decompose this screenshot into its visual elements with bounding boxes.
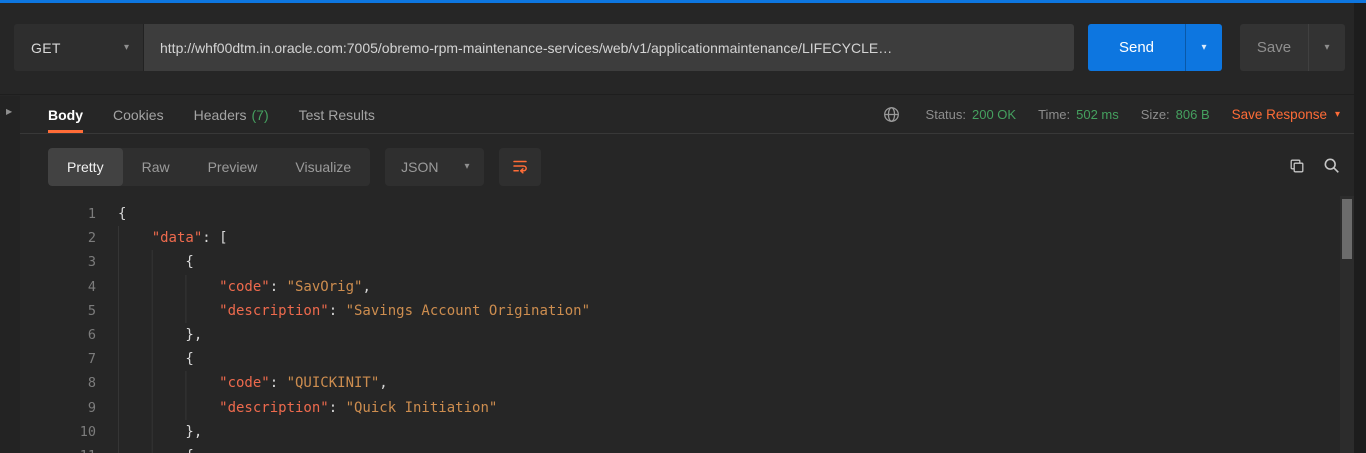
sidebar-collapse-rail[interactable]: ▶ <box>0 96 20 453</box>
save-options-button[interactable]: ▾ <box>1308 24 1345 71</box>
code-lines: {"data": [{"code": "SavOrig", "descriptio… <box>118 196 1340 453</box>
postman-window: GET ▾ http://whf00dtm.in.oracle.com:7005… <box>0 0 1366 453</box>
save-split-button: Save ▾ <box>1240 24 1345 71</box>
url-group: GET ▾ http://whf00dtm.in.oracle.com:7005… <box>14 24 1074 71</box>
code-line: { <box>118 206 127 222</box>
globe-icon[interactable] <box>883 106 900 123</box>
size-label: Size: <box>1140 107 1170 122</box>
code-line: "code": "QUICKINIT", <box>118 371 1340 396</box>
chevron-down-icon: ▾ <box>1334 108 1340 120</box>
size-value: 806 B <box>1175 107 1210 122</box>
line-number: 4 <box>87 278 96 295</box>
wrap-text-icon <box>511 157 529 178</box>
time-value: 502 ms <box>1076 107 1119 122</box>
copy-icon <box>1289 158 1305 177</box>
line-number: 9 <box>87 399 96 416</box>
response-tabs-row: Body Cookies Headers (7) Test Results St… <box>20 96 1354 134</box>
save-response-button[interactable]: Save Response ▾ <box>1232 107 1340 122</box>
view-tab-visualize[interactable]: Visualize <box>276 148 370 186</box>
tab-body[interactable]: Body <box>48 96 83 133</box>
expand-sidebar-icon: ▶ <box>6 107 13 116</box>
chevron-down-icon: ▾ <box>1324 41 1330 53</box>
line-number: 11 <box>20 444 96 453</box>
code-line: { <box>118 250 1340 275</box>
code-line: }, <box>118 322 1340 348</box>
line-number: 8 <box>87 375 96 392</box>
request-bar: GET ▾ http://whf00dtm.in.oracle.com:7005… <box>0 3 1366 95</box>
send-button[interactable]: Send <box>1088 24 1185 71</box>
status-label: Status: <box>925 107 966 122</box>
status-badge: Status: 200 OK <box>926 107 1017 122</box>
code-line: { <box>118 347 1340 372</box>
time-label: Time: <box>1038 107 1071 122</box>
wrap-text-button[interactable] <box>498 148 541 186</box>
scrollbar-thumb[interactable] <box>1342 199 1352 259</box>
chevron-down-icon: ▾ <box>123 41 129 53</box>
url-input[interactable]: http://whf00dtm.in.oracle.com:7005/obrem… <box>144 24 1074 71</box>
view-tab-preview[interactable]: Preview <box>189 148 277 186</box>
send-options-button[interactable]: ▾ <box>1185 24 1222 71</box>
view-tab-pretty[interactable]: Pretty <box>48 148 123 186</box>
search-button[interactable] <box>1323 157 1340 177</box>
code-line: "description": "Savings Account Originat… <box>118 298 1340 323</box>
url-text: http://whf00dtm.in.oracle.com:7005/obrem… <box>160 39 893 56</box>
chevron-down-icon: ▾ <box>1201 41 1207 53</box>
headers-count-badge: (7) <box>251 106 269 123</box>
line-number: 10 <box>79 423 96 440</box>
time-badge: Time: 502 ms <box>1038 107 1119 122</box>
line-number: 3 <box>87 254 96 271</box>
tab-label: Headers <box>193 106 247 123</box>
format-label: JSON <box>401 159 439 175</box>
response-meta: Status: 200 OK Time: 502 ms Size: 806 B … <box>883 106 1354 123</box>
search-icon <box>1323 157 1340 177</box>
window-right-edge <box>1354 3 1366 453</box>
body-view-toolbar: Pretty Raw Preview Visualize JSON ▾ <box>48 148 1340 186</box>
copy-button[interactable] <box>1289 158 1305 177</box>
chevron-down-icon: ▾ <box>464 161 470 172</box>
tab-test-results[interactable]: Test Results <box>299 96 375 133</box>
code-line: }, <box>118 419 1340 444</box>
format-dropdown[interactable]: JSON ▾ <box>385 148 484 186</box>
line-number: 6 <box>87 326 96 343</box>
tab-label: Body <box>48 106 83 123</box>
code-scrollbar[interactable] <box>1340 196 1354 453</box>
toolbar-right-icons <box>1289 157 1340 177</box>
send-split-button: Send ▾ <box>1088 24 1222 71</box>
view-mode-group: Pretty Raw Preview Visualize <box>48 148 371 186</box>
line-number: 2 <box>87 230 96 247</box>
line-numbers: 1 2 3 4 5 6 7 8 9 10 11 <box>20 196 96 453</box>
line-number: 1 <box>87 206 96 222</box>
code-line: "data": [ <box>118 226 1340 251</box>
tab-label: Test Results <box>298 106 375 123</box>
line-number: 7 <box>87 351 96 368</box>
size-badge: Size: 806 B <box>1141 107 1210 122</box>
status-value: 200 OK <box>972 107 1017 122</box>
save-response-label: Save Response <box>1231 107 1327 122</box>
code-line: "description": "Quick Initiation" <box>118 395 1340 420</box>
code-line: { <box>118 443 1340 453</box>
tab-cookies[interactable]: Cookies <box>113 96 164 133</box>
tab-headers[interactable]: Headers (7) <box>194 96 269 133</box>
line-number: 5 <box>87 302 96 319</box>
save-button[interactable]: Save <box>1240 24 1308 71</box>
code-line: "code": "SavOrig", <box>118 274 1340 299</box>
response-body-viewer[interactable]: 1234567891011 {"data": [{"code": "SavOri… <box>20 196 1340 453</box>
tab-label: Cookies <box>113 106 164 123</box>
method-dropdown[interactable]: GET ▾ <box>14 24 144 71</box>
view-tab-raw[interactable]: Raw <box>123 148 189 186</box>
method-label: GET <box>31 39 61 56</box>
